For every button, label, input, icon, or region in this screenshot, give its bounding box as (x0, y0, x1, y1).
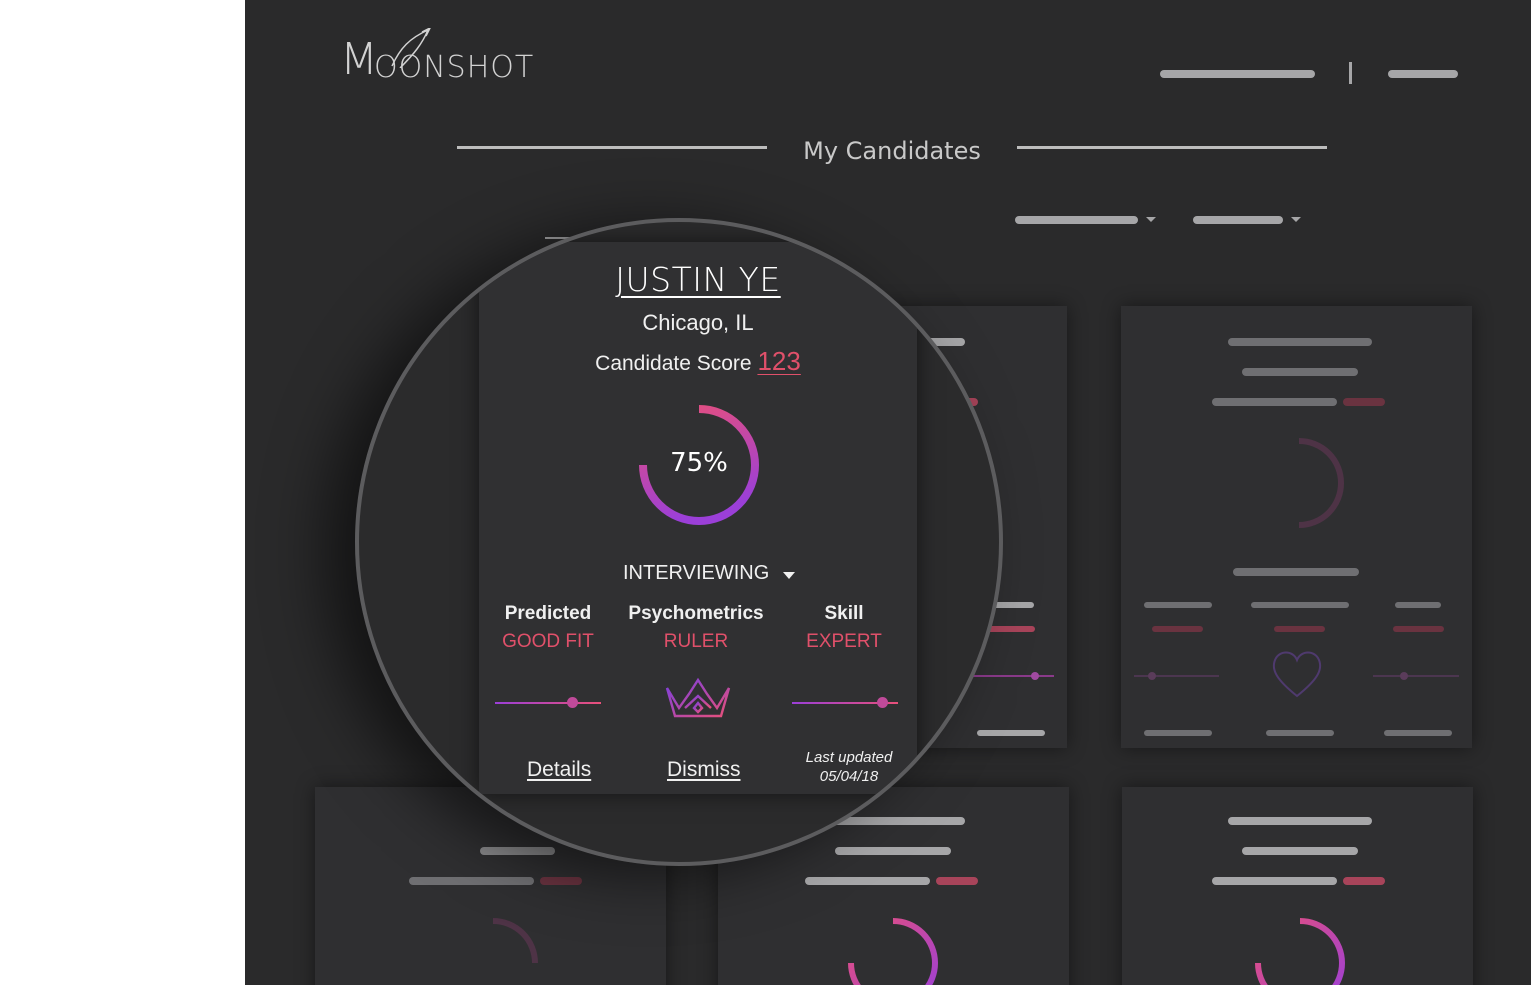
candidate-location: Chicago, IL (642, 310, 754, 335)
slider-handle[interactable] (1400, 672, 1408, 680)
card-score-placeholder (1212, 877, 1337, 885)
card-score-value-placeholder (1343, 398, 1385, 406)
page-title-row: My Candidates (457, 130, 1327, 170)
card-location-placeholder (835, 847, 951, 855)
card-status-placeholder[interactable] (1233, 568, 1359, 576)
app-window: M OONSHOT My Candidates JUSTIN YE Chicag… (245, 0, 1531, 985)
details-link[interactable]: Details (527, 758, 591, 782)
card-location-placeholder (1242, 368, 1358, 376)
candidate-score: Candidate Score 123 (479, 346, 917, 377)
moonshot-logo[interactable]: M OONSHOT (340, 28, 560, 96)
dismiss-link-placeholder[interactable] (1266, 730, 1334, 736)
metric-predicted: Predicted GOOD FIT (473, 603, 623, 653)
card-score-placeholder (1212, 398, 1337, 406)
nav-link-placeholder[interactable] (1160, 70, 1315, 78)
metric-value-placeholder (1152, 626, 1203, 632)
metric-value: EXPERT (806, 631, 882, 652)
logo-initial: M (340, 34, 378, 85)
details-link-placeholder[interactable] (1144, 730, 1212, 736)
metric-label: Psychometrics (628, 603, 764, 624)
page-title: My Candidates (803, 137, 981, 165)
chevron-down-icon (1291, 217, 1301, 222)
nav-divider (1349, 62, 1352, 84)
last-updated: Last updated 05/04/18 (789, 748, 909, 786)
metric-value: RULER (663, 631, 729, 652)
sort-dropdown[interactable] (1193, 216, 1283, 224)
skill-slider[interactable] (792, 697, 898, 708)
crown-icon (665, 677, 731, 722)
card-location-placeholder (480, 847, 555, 855)
candidate-score-label: Candidate Score (595, 352, 752, 375)
predicted-slider[interactable] (495, 697, 601, 708)
dismiss-link[interactable]: Dismiss (667, 758, 741, 782)
card-score-value-placeholder (1343, 877, 1385, 885)
status-dropdown[interactable]: INTERVIEWING (623, 562, 769, 585)
card-name-placeholder (1228, 817, 1372, 825)
metric-slider[interactable] (968, 675, 1054, 677)
metric-slider[interactable] (1373, 675, 1459, 677)
metric-label: Predicted (504, 603, 592, 624)
metric-label: Skill (824, 603, 864, 624)
metric-value-placeholder (1393, 626, 1444, 632)
title-rule-right (1017, 146, 1327, 149)
card-score-value-placeholder (936, 877, 978, 885)
logo-wordmark: OONSHOT (374, 50, 535, 85)
card-score-placeholder (805, 877, 930, 885)
metric-value-placeholder (1274, 626, 1325, 632)
featured-candidate-card[interactable]: JUSTIN YE Chicago, IL Candidate Score 12… (479, 242, 917, 794)
updated-placeholder (1384, 730, 1452, 736)
candidate-card[interactable] (1122, 787, 1473, 985)
match-ring (492, 918, 538, 964)
metric-value-placeholder (985, 626, 1035, 632)
metric-label-placeholder (1144, 602, 1212, 608)
card-location-placeholder (1242, 847, 1358, 855)
metric-label-placeholder (1395, 602, 1441, 608)
match-ring (1255, 918, 1345, 985)
chevron-down-icon[interactable] (783, 572, 795, 579)
nav-link-placeholder[interactable] (1388, 70, 1458, 78)
metric-label-placeholder (1251, 602, 1349, 608)
match-ring (1298, 438, 1344, 528)
magnifier-lens: JUSTIN YE Chicago, IL Candidate Score 12… (355, 218, 1003, 866)
slider-handle[interactable] (566, 697, 578, 708)
match-ring (848, 918, 938, 985)
metric-skill: Skill EXPERT (769, 603, 919, 653)
chevron-down-icon (1146, 217, 1156, 222)
candidate-card[interactable] (1121, 306, 1472, 748)
filter-dropdown[interactable] (1015, 216, 1138, 224)
slider-handle[interactable] (1031, 672, 1039, 680)
match-percent: 75% (670, 448, 728, 478)
candidate-name[interactable]: JUSTIN YE (479, 260, 917, 299)
slider-handle[interactable] (1148, 672, 1156, 680)
heart-icon (1272, 651, 1322, 698)
metric-slider[interactable] (1134, 675, 1219, 677)
title-rule-left (457, 146, 767, 149)
metric-psychometrics: Psychometrics RULER (621, 603, 771, 653)
updated-placeholder (977, 730, 1045, 736)
card-score-value-placeholder (540, 877, 582, 885)
card-name-placeholder (1228, 338, 1372, 346)
last-updated-label: Last updated (805, 749, 893, 766)
slider-handle[interactable] (876, 697, 888, 708)
metric-value: GOOD FIT (502, 631, 594, 652)
last-updated-date: 05/04/18 (819, 768, 879, 785)
candidate-score-value[interactable]: 123 (757, 346, 800, 376)
card-score-placeholder (409, 877, 534, 885)
